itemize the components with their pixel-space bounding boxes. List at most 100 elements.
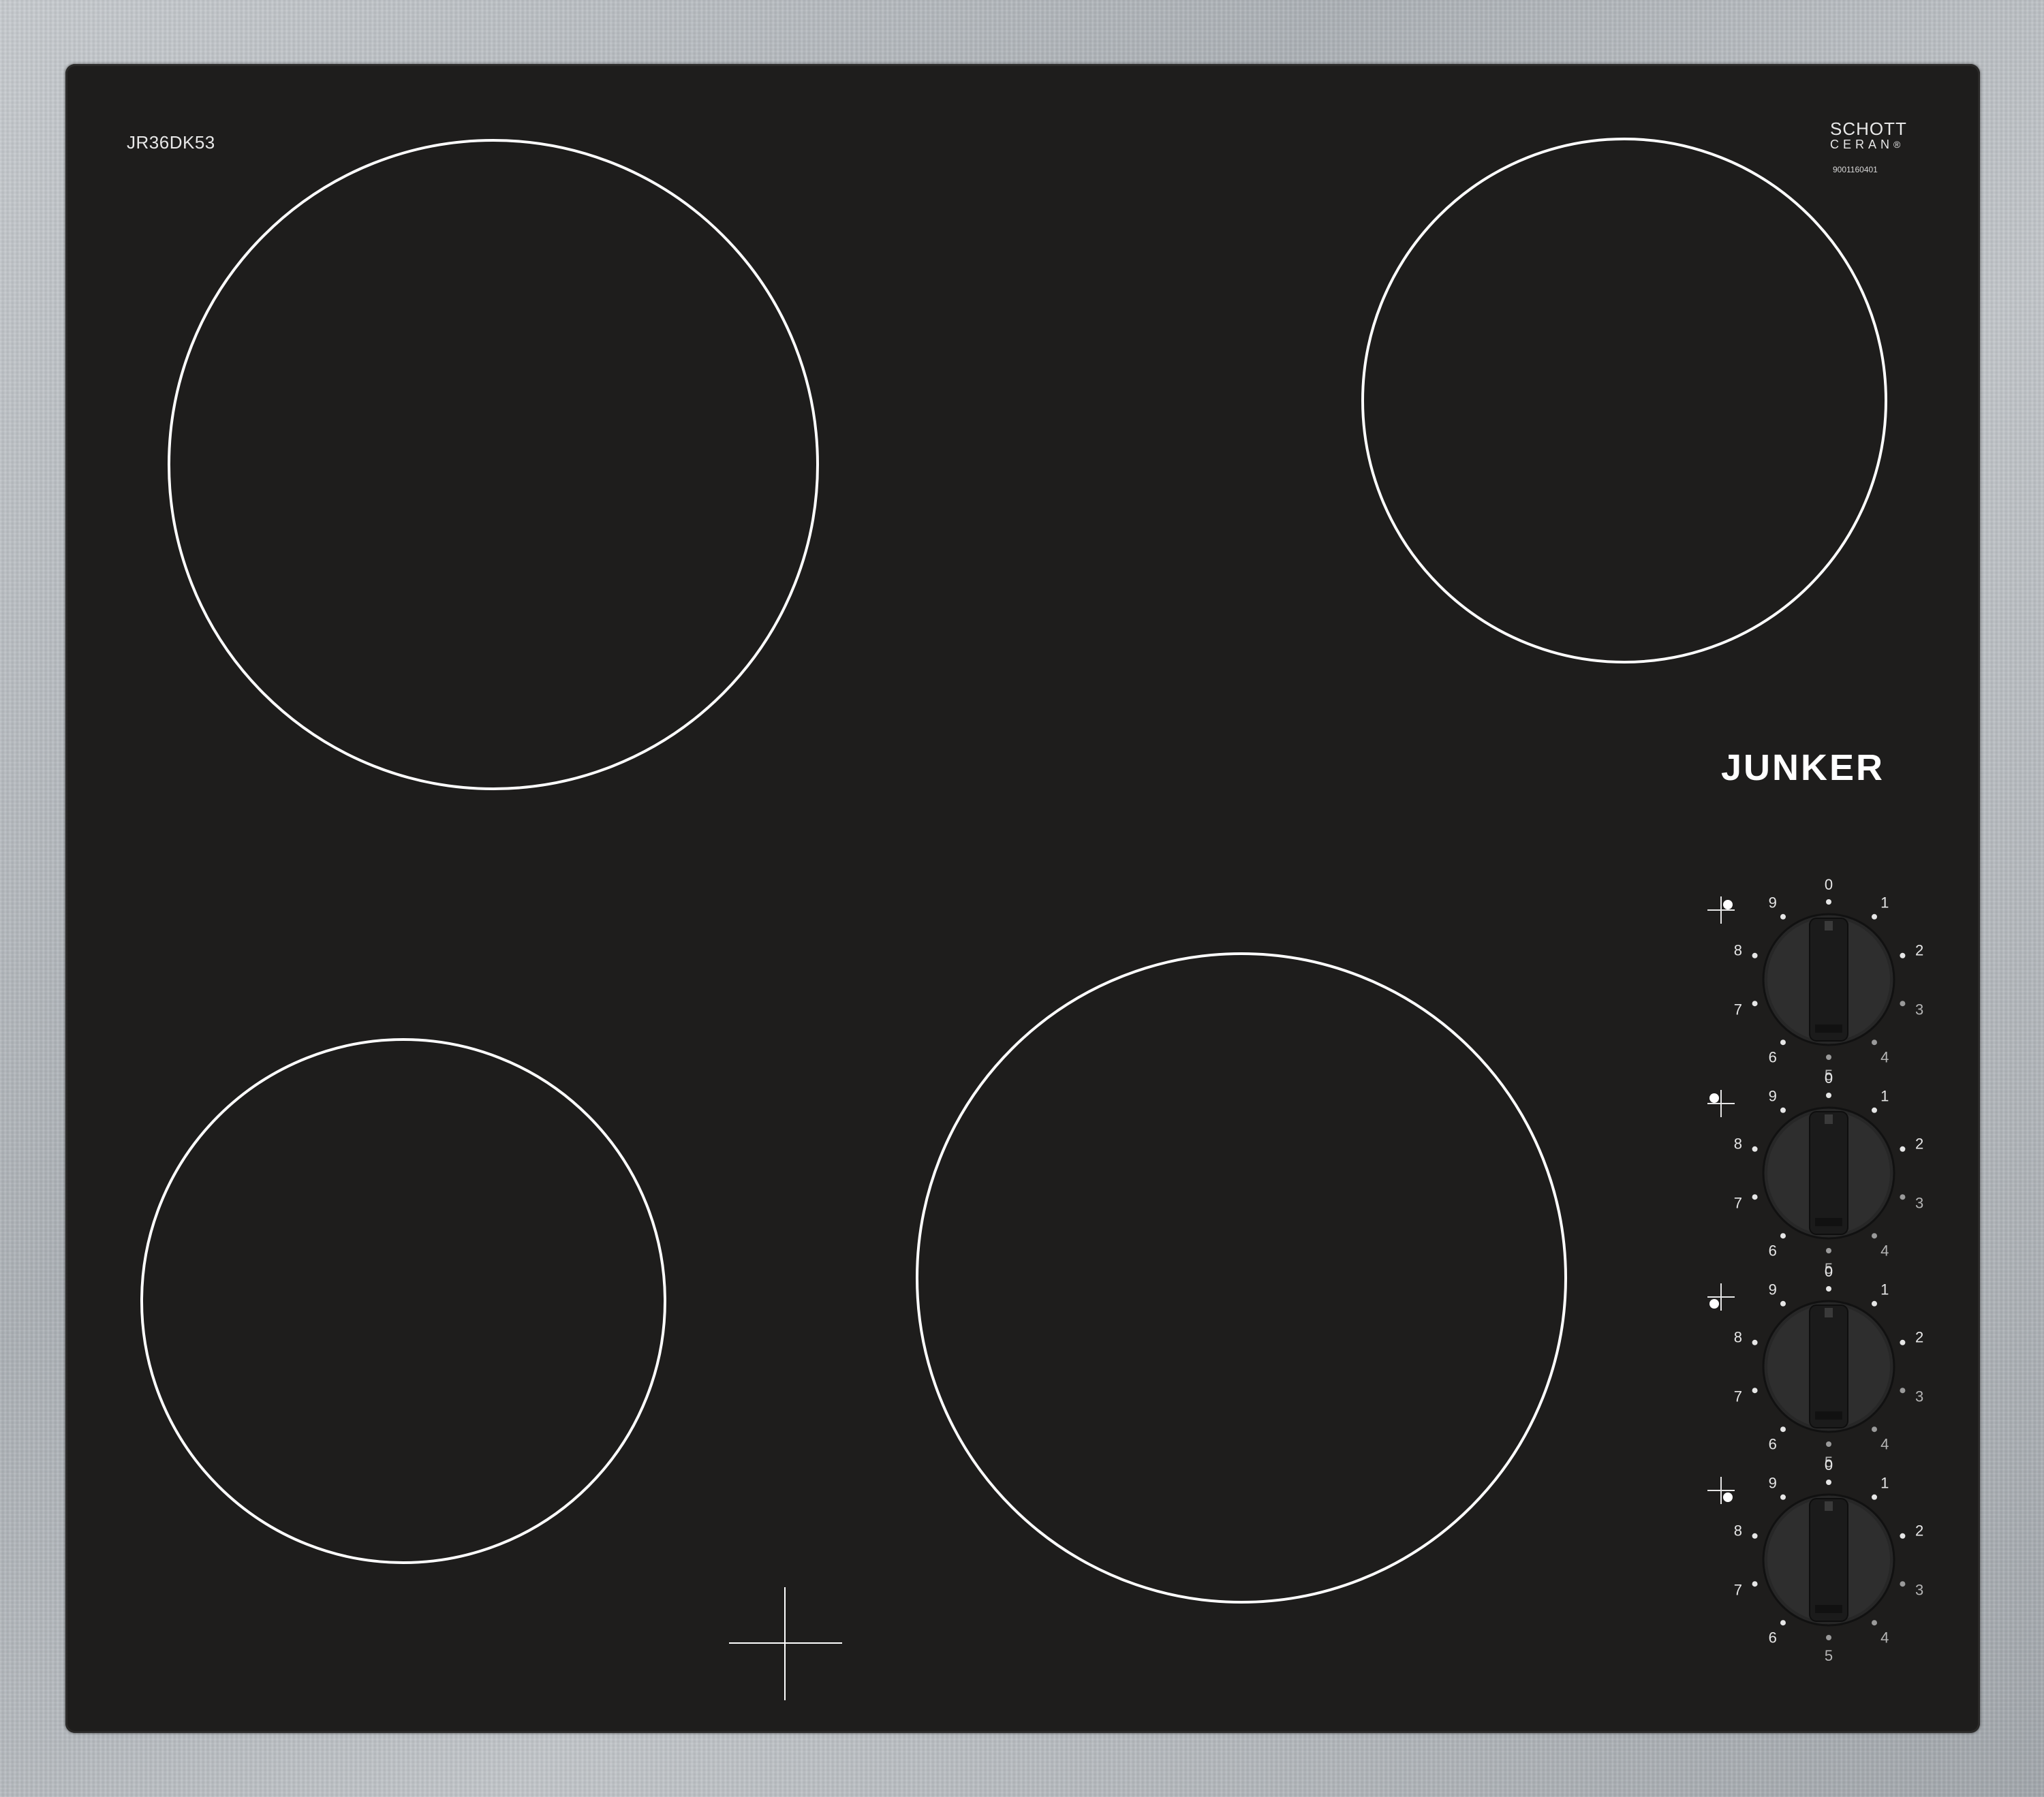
knob-grip[interactable] [1809,1111,1848,1235]
scale-label: 4 [1880,1242,1889,1259]
knob-notch [1815,1411,1842,1420]
scale-dot [1780,1107,1786,1113]
zone-indicator-icon [1707,896,1735,924]
scale-label: 6 [1769,1242,1777,1259]
scale-dot [1872,1426,1878,1433]
cooking-zone-front-left [140,1038,666,1564]
scale-label: 2 [1915,1136,1923,1153]
scale-dot [1900,1339,1906,1345]
scale-label: 5 [1825,1647,1833,1664]
knob-pointer [1825,1501,1833,1511]
scale-dot [1752,1339,1758,1345]
knob-pointer [1825,921,1833,931]
knob-notch [1815,1025,1842,1033]
scale-dot [1826,1635,1831,1640]
scale-label: 1 [1880,1088,1889,1105]
knob-notch [1815,1605,1842,1613]
cooktop-graphics: 0123456789012345678901234567890123456789 [140,138,1923,1700]
scale-label: 2 [1915,942,1923,959]
knob-grip[interactable] [1809,1304,1848,1428]
scale-dot [1780,1620,1786,1626]
scale-dot [1780,1233,1786,1239]
scale-label: 4 [1880,1435,1889,1452]
scale-label: 7 [1734,1001,1742,1018]
scale-label: 8 [1734,1329,1742,1346]
scale-label: 2 [1915,1522,1923,1540]
scale-label: 3 [1915,1001,1923,1018]
control-knob-rear-right[interactable]: 0123456789 [1707,876,1923,1084]
scale-dot [1900,952,1906,958]
scale-label: 0 [1825,876,1833,893]
scale-label: 0 [1825,1456,1833,1473]
knob-notch [1815,1218,1842,1226]
scale-dot [1780,1426,1786,1433]
scale-dot [1826,1441,1831,1447]
scale-dot [1826,1093,1831,1098]
scale-dot [1780,1494,1786,1500]
scale-dot [1780,1040,1786,1046]
knob-grip[interactable] [1809,918,1848,1042]
scale-dot [1752,1194,1758,1200]
scale-dot [1872,1494,1878,1500]
scale-label: 8 [1734,1522,1742,1540]
zone-indicator-icon [1707,1477,1735,1504]
scale-dot [1900,1533,1906,1539]
scale-label: 6 [1769,1048,1777,1065]
knob-pointer [1825,1114,1833,1124]
scale-dot [1826,1248,1831,1253]
control-knob-front-left[interactable]: 0123456789 [1707,1263,1923,1471]
control-knob-rear-left[interactable]: 0123456789 [1707,1069,1923,1277]
scale-dot [1900,1194,1906,1200]
scale-dot [1900,1001,1906,1007]
scale-dot [1872,1040,1878,1046]
scale-label: 4 [1880,1629,1889,1646]
scale-dot [1872,1300,1878,1307]
knob-grip[interactable] [1809,1498,1848,1622]
cross-marker-icon [729,1587,842,1700]
control-knob-front-right[interactable]: 0 1 2 3 4 5 6 7 8 9 [1707,1456,1923,1664]
scale-dot [1872,1107,1878,1113]
scale-dot [1872,1233,1878,1239]
scale-label: 1 [1880,1281,1889,1298]
cooking-zone-rear-left [168,139,819,790]
scale-label: 9 [1769,1281,1777,1298]
scale-dot [1752,1001,1758,1007]
scale-label: 8 [1734,1136,1742,1153]
scale-dot [1872,913,1878,920]
scale-label: 9 [1769,1475,1777,1492]
scale-label: 4 [1880,1048,1889,1065]
scale-label: 1 [1880,1475,1889,1492]
scale-dot [1752,1146,1758,1152]
scale-dot [1826,1286,1831,1292]
scale-dot [1752,1533,1758,1539]
scale-label: 9 [1769,894,1777,911]
scale-label: 7 [1734,1194,1742,1211]
knob-pointer [1825,1308,1833,1317]
scale-dot [1900,1388,1906,1394]
scale-label: 7 [1734,1388,1742,1405]
zone-indicator-icon [1707,1090,1735,1117]
scale-label: 9 [1769,1088,1777,1105]
scale-dot [1780,1300,1786,1307]
scale-dot [1826,1054,1831,1060]
scale-label: 0 [1825,1263,1833,1280]
scale-dot [1826,1480,1831,1485]
scale-label: 3 [1915,1388,1923,1405]
scale-label: 7 [1734,1581,1742,1598]
scale-label: 3 [1915,1194,1923,1211]
scale-dot [1900,1581,1906,1587]
scale-dot [1752,952,1758,958]
scale-dot [1900,1146,1906,1152]
scale-label: 1 [1880,894,1889,911]
scale-label: 0 [1825,1069,1833,1087]
cooking-zone-front-right [916,952,1567,1604]
scale-label: 6 [1769,1629,1777,1646]
scale-label: 3 [1915,1581,1923,1598]
scale-label: 2 [1915,1329,1923,1346]
scale-dot [1826,899,1831,905]
scale-dot [1752,1388,1758,1394]
scale-label: 6 [1769,1435,1777,1452]
zone-indicator-icon [1707,1283,1735,1311]
scale-dot [1872,1620,1878,1626]
cooking-zone-rear-right [1361,138,1887,663]
